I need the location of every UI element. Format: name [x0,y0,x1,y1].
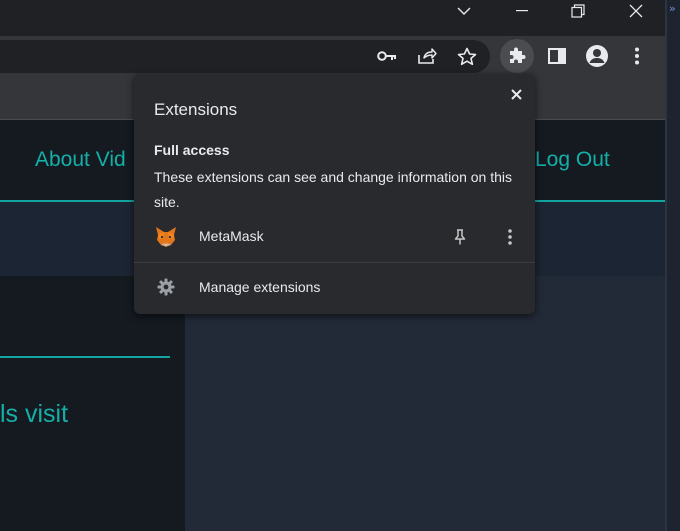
accent-divider [0,356,170,358]
manage-extensions-button[interactable]: Manage extensions [134,273,535,303]
screen: » About Vid Log Out ls visit Extensions … [0,0,680,531]
bookmark-star-button[interactable] [453,42,481,70]
window-close-button[interactable] [622,0,650,22]
tab-search-button[interactable] [452,0,476,22]
share-icon [418,48,437,64]
popup-close-button[interactable] [506,84,526,104]
left-panel: ls visit [0,276,185,531]
pin-icon [454,229,466,245]
restore-button[interactable] [564,0,592,22]
chevron-right-icon: » [669,2,676,15]
extension-more-button[interactable] [500,227,520,247]
chevron-down-icon [457,7,471,15]
more-vert-icon [508,229,512,245]
popup-divider [134,262,535,263]
browser-menu-button[interactable] [623,42,651,70]
manage-extensions-label: Manage extensions [199,279,321,295]
nav-logout-link[interactable]: Log Out [535,148,610,172]
minimize-icon [516,10,528,12]
left-panel-text: ls visit [0,400,69,428]
extensions-button[interactable] [500,39,534,73]
password-key-button[interactable] [373,42,401,70]
nav-about-link[interactable]: About Vid [35,148,126,172]
extensions-puzzle-icon [510,47,526,63]
browser-toolbar [0,36,665,76]
section-heading: Full access [154,142,230,158]
key-icon [377,51,396,61]
extension-item-metamask[interactable]: MetaMask [134,222,535,252]
side-panel-icon [548,48,566,64]
profile-button[interactable] [583,42,611,70]
close-icon [629,4,643,18]
section-description: These extensions can see and change info… [154,169,513,210]
side-panel-button[interactable] [543,42,571,70]
share-button[interactable] [413,42,441,70]
title-bar [0,0,665,36]
close-icon [510,88,522,100]
adjacent-window-edge: » [665,0,680,531]
popup-title: Extensions [154,100,238,119]
star-icon [457,47,477,65]
minimize-button[interactable] [508,0,536,22]
metamask-fox-icon [154,226,178,248]
extensions-popup: Extensions Full access These extensions … [134,74,535,314]
restore-icon [571,4,585,18]
profile-icon [586,45,608,67]
pin-extension-button[interactable] [450,227,470,247]
gear-icon [156,277,176,297]
more-vert-icon [635,47,639,65]
extension-name: MetaMask [199,228,264,244]
